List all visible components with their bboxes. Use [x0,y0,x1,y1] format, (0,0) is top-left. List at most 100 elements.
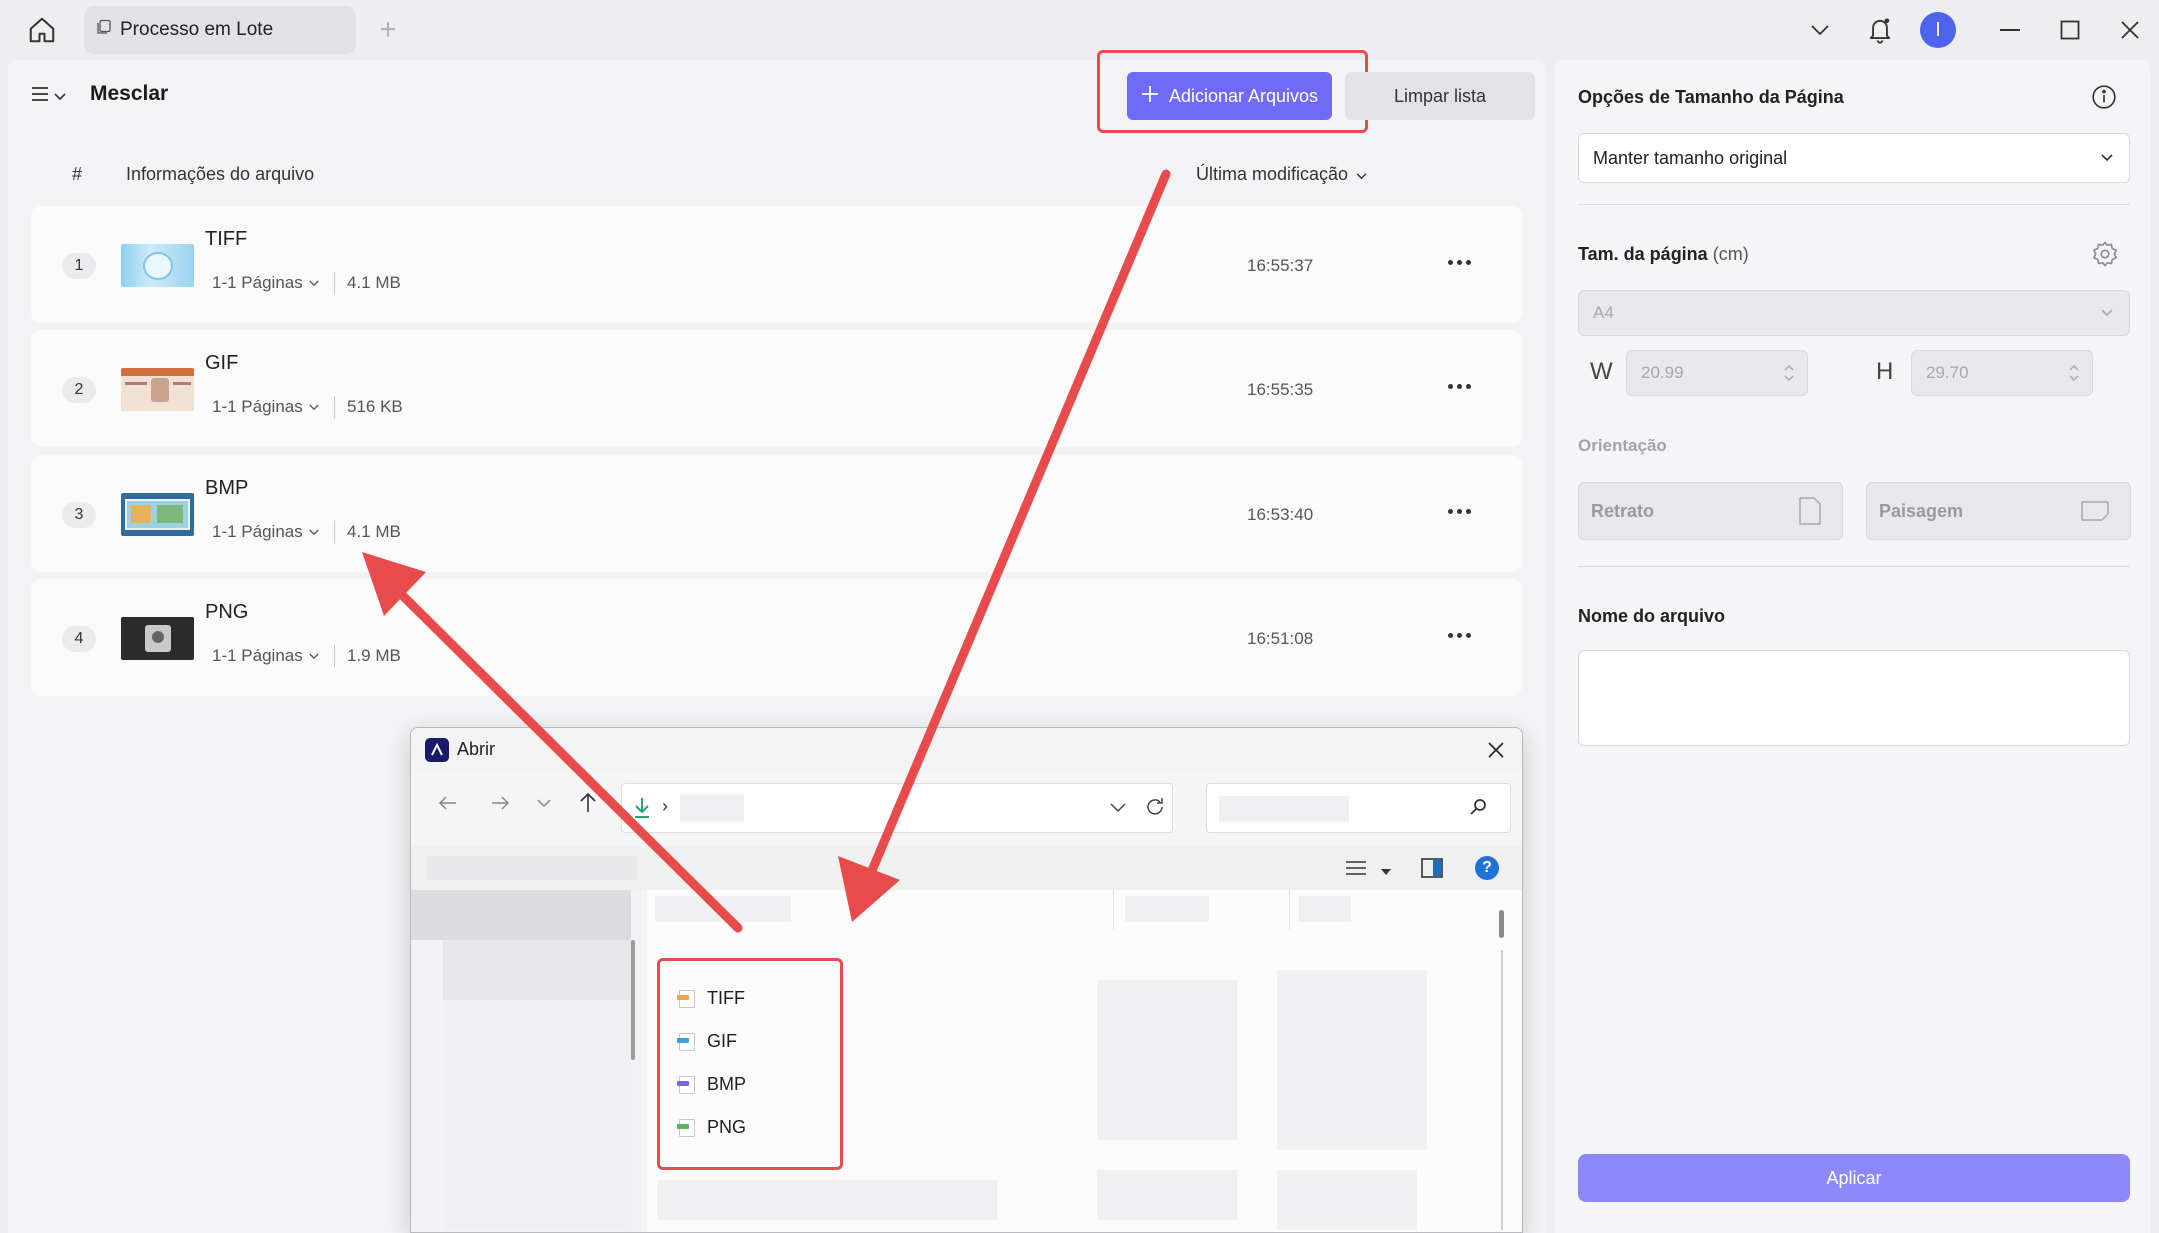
chevron-down-icon[interactable] [1381,862,1391,880]
settings-panel [1554,60,2151,1233]
more-options-icon[interactable] [1439,501,1479,521]
column-header-modified-label: Última modificação [1196,164,1349,184]
search-input[interactable] [1206,783,1511,833]
annotation-highlight-add [1097,50,1368,133]
view-options-icon[interactable] [1345,858,1367,883]
divider [334,521,335,543]
clear-list-button[interactable]: Limpar lista [1345,72,1535,120]
paper-size-select[interactable]: A4 [1578,290,2130,336]
redacted-column-header [1125,896,1209,922]
row-number: 3 [62,502,96,528]
avatar[interactable]: I [1920,12,1956,48]
page-range-dropdown[interactable]: 1-1 Páginas [212,646,319,666]
page-size-unit: (cm) [1712,244,1749,264]
info-icon[interactable] [2091,84,2117,115]
maximize-icon[interactable] [2050,12,2090,48]
redacted-toolbar-item [427,856,637,880]
width-stepper[interactable]: 20.99 [1626,350,1808,396]
up-folder-icon[interactable] [571,786,605,820]
tab-label: Processo em Lote [120,19,274,40]
navigation-pane[interactable] [411,890,641,1232]
height-label: H [1876,358,1894,385]
close-icon[interactable] [1481,736,1511,764]
new-tab-button[interactable]: + [372,13,404,46]
file-thumbnail [121,244,194,287]
page-range-dropdown[interactable]: 1-1 Páginas [212,522,319,542]
divider [1578,204,2130,205]
home-icon[interactable] [20,12,64,48]
more-options-icon[interactable] [1439,376,1479,396]
recent-dropdown-icon[interactable] [527,786,561,820]
gear-icon[interactable] [2091,240,2119,273]
column-header-modified[interactable]: Última modificação [1196,164,1367,185]
list-item[interactable]: GIF [677,1031,737,1052]
file-name: TIFF [205,228,248,250]
redacted-column-header [1299,896,1351,922]
file-thumbnail [121,493,194,536]
app-logo-icon [425,738,449,762]
file-name: BMP [205,477,249,499]
list-item[interactable]: BMP [677,1074,747,1095]
download-icon [632,796,652,825]
page-title: Mesclar [90,82,169,105]
chevron-down-icon [1356,164,1367,185]
redacted-column-header [655,896,791,922]
scrollbar[interactable] [631,940,635,1060]
filename-label: Nome do arquivo [1578,606,1726,626]
height-stepper[interactable]: 29.70 [1911,350,2093,396]
list-item[interactable]: TIFF [677,988,745,1009]
column-header-file-info: Informações do arquivo [126,164,315,184]
table-row[interactable]: 2 GIF 1-1 Páginas 516 KB 16:55:35 [31,330,1522,447]
scrollbar[interactable] [1499,910,1504,938]
chevron-down-icon[interactable] [1800,12,1840,48]
file-item-label: BMP [707,1074,747,1094]
chevron-down-icon [2101,154,2113,162]
minimize-icon[interactable] [1990,12,2030,48]
more-options-icon[interactable] [1439,625,1479,645]
page-size-options-title: Opções de Tamanho da Página [1578,87,1844,107]
table-row[interactable]: 1 TIFF 1-1 Páginas 4.1 MB 16:55:37 [31,206,1522,323]
apply-button[interactable]: Aplicar [1578,1154,2130,1202]
more-options-icon[interactable] [1439,252,1479,272]
menu-toggle[interactable] [30,84,66,109]
page-range-label: 1-1 Páginas [212,522,303,541]
page-size-select[interactable]: Manter tamanho original [1578,133,2130,183]
close-icon[interactable] [2110,12,2150,48]
file-name: GIF [205,352,239,374]
chevron-down-icon [309,404,319,410]
landscape-button[interactable]: Paisagem [1866,482,2131,540]
back-icon[interactable] [431,786,465,820]
table-row[interactable]: 3 BMP 1-1 Páginas 4.1 MB 16:53:40 [31,455,1522,572]
file-size: 1.9 MB [347,646,401,665]
portrait-button[interactable]: Retrato [1578,482,1843,540]
file-item-label: PNG [707,1117,747,1137]
png-file-icon [677,1118,695,1137]
chevron-down-icon [309,280,319,286]
forward-icon[interactable] [483,786,517,820]
open-file-dialog: Abrir › ? TIFF GIF BMP PNG [410,727,1523,1233]
redacted-file-info [1097,1170,1237,1220]
page-range-dropdown[interactable]: 1-1 Páginas [212,397,319,417]
breadcrumb-separator-icon: › [662,796,668,816]
width-value: 20.99 [1641,363,1684,382]
refresh-icon[interactable] [1144,796,1166,823]
chevron-down-icon [2101,309,2113,317]
divider [334,396,335,418]
page-size-label-text: Tam. da página [1578,244,1708,264]
table-row[interactable]: 4 PNG 1-1 Páginas 1.9 MB 16:51:08 [31,579,1522,696]
list-item[interactable]: PNG [677,1117,747,1138]
file-size: 4.1 MB [347,522,401,541]
address-bar[interactable]: › [621,783,1173,833]
filename-input[interactable] [1578,650,2130,746]
preview-pane-icon[interactable] [1421,858,1443,883]
bell-icon[interactable] [1860,12,1900,48]
help-icon[interactable]: ? [1475,856,1499,880]
chevron-down-icon[interactable] [1110,800,1126,818]
stepper-icon [2069,365,2079,381]
dialog-title: Abrir [457,739,496,759]
redacted-nav-item [443,940,631,1000]
tab-batch-process[interactable]: Processo em Lote [84,6,356,54]
batch-icon [96,19,112,41]
file-item-label: TIFF [707,988,745,1008]
page-range-dropdown[interactable]: 1-1 Páginas [212,273,319,293]
